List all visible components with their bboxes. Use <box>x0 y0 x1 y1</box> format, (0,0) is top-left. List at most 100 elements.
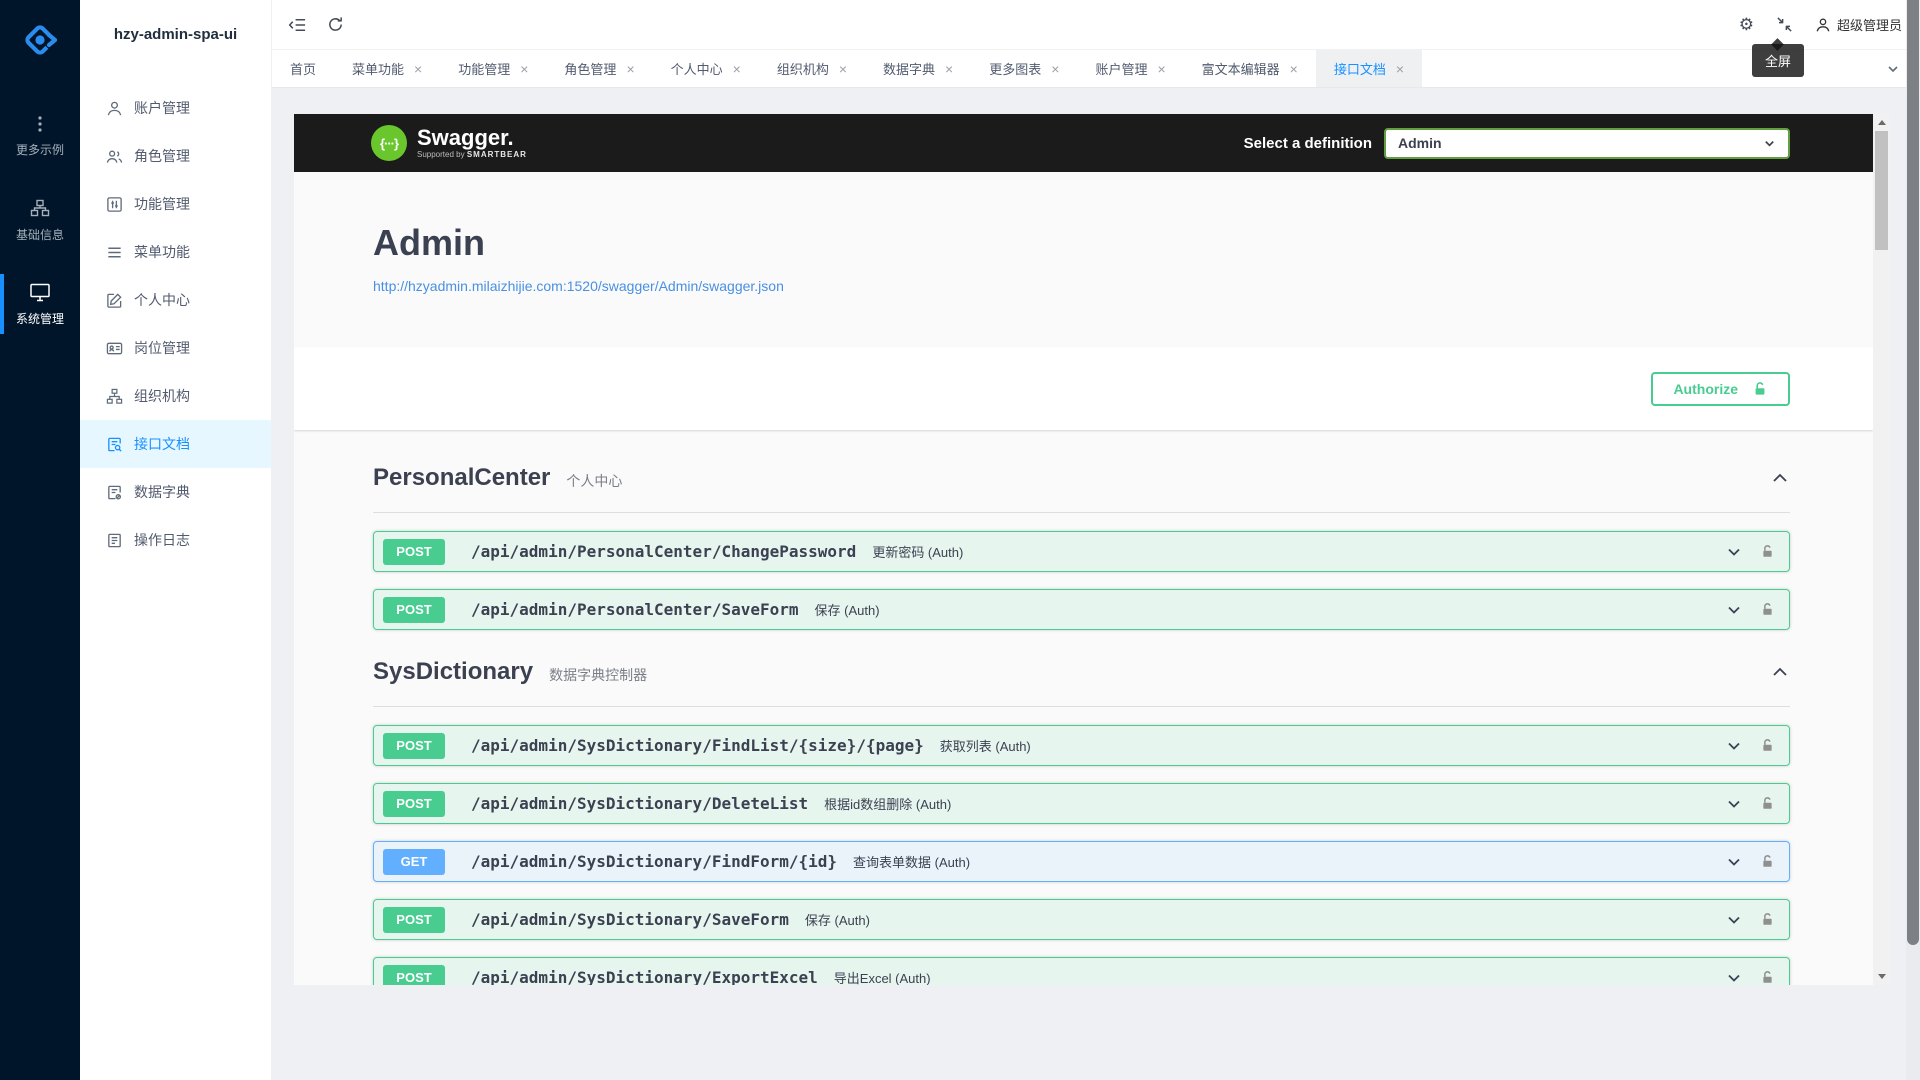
unlock-icon[interactable] <box>1760 970 1775 985</box>
user-icon <box>106 100 123 117</box>
spec-url-link[interactable]: http://hzyadmin.milaizhijie.com:1520/swa… <box>373 278 784 294</box>
scrollbar-thumb[interactable] <box>1875 131 1888 250</box>
sidebar-item-accounts[interactable]: 账户管理 <box>80 84 271 132</box>
section-name: PersonalCenter <box>373 464 550 492</box>
swagger-scrollbar[interactable] <box>1873 114 1890 985</box>
tab-api-docs[interactable]: 接口文档 × <box>1316 50 1422 87</box>
active-indicator-bar <box>0 274 4 334</box>
endpoint-row[interactable]: GET /api/admin/SysDictionary/FindForm/{i… <box>373 841 1790 882</box>
close-icon[interactable]: × <box>520 62 528 76</box>
tab-roles[interactable]: 角色管理 × <box>546 50 652 87</box>
tab-organization[interactable]: 组织机构 × <box>759 50 865 87</box>
sidebar-item-menu-functions[interactable]: 菜单功能 <box>80 228 271 276</box>
tab-menu-functions[interactable]: 菜单功能 × <box>334 50 440 87</box>
tab-data-dictionary[interactable]: 数据字典 × <box>865 50 971 87</box>
unlock-icon[interactable] <box>1760 544 1775 559</box>
tab-label: 菜单功能 <box>352 59 404 78</box>
tab-personal-center[interactable]: 个人中心 × <box>653 50 759 87</box>
tab-label: 功能管理 <box>458 59 510 78</box>
chevron-down-icon[interactable] <box>1726 544 1742 560</box>
scroll-down-button[interactable] <box>1873 968 1890 985</box>
sidebar-item-label: 角色管理 <box>134 146 190 166</box>
scheme-container: Authorize <box>294 347 1873 430</box>
sidebar-item-personal-center[interactable]: 个人中心 <box>80 276 271 324</box>
sidebar-item-label: 功能管理 <box>134 194 190 214</box>
sidebar-item-roles[interactable]: 角色管理 <box>80 132 271 180</box>
close-icon[interactable]: × <box>839 62 847 76</box>
chevron-down-icon[interactable] <box>1726 970 1742 986</box>
page-scrollbar[interactable] <box>1906 0 1920 1080</box>
page-scrollbar-thumb[interactable] <box>1907 0 1919 945</box>
chevron-up-icon[interactable] <box>1770 662 1790 682</box>
authorize-label: Authorize <box>1673 381 1738 397</box>
endpoint-row[interactable]: POST /api/admin/SysDictionary/FindList/{… <box>373 725 1790 766</box>
tab-label: 更多图表 <box>989 59 1041 78</box>
sidebar-item-label: 操作日志 <box>134 530 190 550</box>
rail-item-more-examples[interactable]: 更多示例 <box>0 94 80 178</box>
close-icon[interactable]: × <box>1396 62 1404 76</box>
endpoint-row[interactable]: POST /api/admin/PersonalCenter/ChangePas… <box>373 531 1790 572</box>
tab-label: 数据字典 <box>883 59 935 78</box>
tab-functions[interactable]: 功能管理 × <box>440 50 546 87</box>
close-icon[interactable]: × <box>1290 62 1298 76</box>
rail-item-system-management[interactable]: 系统管理 <box>0 262 80 346</box>
select-definition-label: Select a definition <box>1244 135 1372 152</box>
refresh-icon[interactable] <box>327 16 344 33</box>
tab-more-charts[interactable]: 更多图表 × <box>971 50 1077 87</box>
tab-home[interactable]: 首页 <box>272 50 334 87</box>
tab-bar: 首页 菜单功能 × 功能管理 × 角色管理 × 个人中心 × 组织机构 × 数据… <box>272 50 1920 88</box>
chevron-up-icon[interactable] <box>1770 468 1790 488</box>
logo-icon <box>18 18 62 62</box>
close-icon[interactable]: × <box>414 62 422 76</box>
unlock-icon[interactable] <box>1760 796 1775 811</box>
http-method-badge: POST <box>383 733 445 759</box>
fullscreen-icon[interactable] <box>1776 16 1793 33</box>
close-icon[interactable]: × <box>1051 62 1059 76</box>
tab-label: 个人中心 <box>671 59 723 78</box>
section-header-personalcenter[interactable]: PersonalCenter 个人中心 <box>373 478 1790 513</box>
endpoint-row[interactable]: POST /api/admin/SysDictionary/DeleteList… <box>373 783 1790 824</box>
rail-item-basic-info[interactable]: 基础信息 <box>0 178 80 262</box>
gear-icon[interactable]: ⚙ <box>1739 16 1754 33</box>
sidebar-item-organization[interactable]: 组织机构 <box>80 372 271 420</box>
endpoint-row[interactable]: POST /api/admin/PersonalCenter/SaveForm … <box>373 589 1790 630</box>
chevron-down-icon[interactable] <box>1726 738 1742 754</box>
endpoint-row[interactable]: POST /api/admin/SysDictionary/ExportExce… <box>373 957 1790 985</box>
endpoint-row[interactable]: POST /api/admin/SysDictionary/SaveForm 保… <box>373 899 1790 940</box>
app-title: hzy-admin-spa-ui <box>80 0 271 70</box>
close-icon[interactable]: × <box>626 62 634 76</box>
user-menu[interactable]: 超级管理员 <box>1815 15 1902 34</box>
scroll-up-button[interactable] <box>1873 114 1890 131</box>
close-icon[interactable]: × <box>733 62 741 76</box>
supported-by-text: Supported by <box>417 150 465 159</box>
unlock-icon[interactable] <box>1760 854 1775 869</box>
app-logo[interactable] <box>0 0 80 80</box>
chevron-down-icon[interactable] <box>1726 602 1742 618</box>
close-icon[interactable]: × <box>945 62 953 76</box>
menu-fold-icon[interactable] <box>288 16 307 34</box>
endpoint-summary: 保存 (Auth) <box>815 600 880 619</box>
unlock-icon[interactable] <box>1760 738 1775 753</box>
section-description: 个人中心 <box>566 471 622 491</box>
chevron-down-icon <box>1886 62 1900 76</box>
authorize-button[interactable]: Authorize <box>1651 372 1790 406</box>
sidebar-item-api-docs[interactable]: 接口文档 <box>80 420 271 468</box>
chevron-down-icon[interactable] <box>1726 854 1742 870</box>
unlock-icon[interactable] <box>1760 912 1775 927</box>
close-icon[interactable]: × <box>1157 62 1165 76</box>
unlock-icon[interactable] <box>1760 602 1775 617</box>
endpoint-summary: 导出Excel (Auth) <box>834 968 931 985</box>
http-method-badge: POST <box>383 597 445 623</box>
tab-rich-text-editor[interactable]: 富文本编辑器 × <box>1184 50 1316 87</box>
sidebar-item-operation-logs[interactable]: 操作日志 <box>80 516 271 564</box>
sidebar-item-functions[interactable]: 功能管理 <box>80 180 271 228</box>
section-header-sysdictionary[interactable]: SysDictionary 数据字典控制器 <box>373 672 1790 707</box>
chevron-down-icon[interactable] <box>1726 796 1742 812</box>
rail-item-label: 更多示例 <box>16 141 64 158</box>
sidebar-item-data-dictionary[interactable]: 数据字典 <box>80 468 271 516</box>
tab-accounts[interactable]: 账户管理 × <box>1077 50 1183 87</box>
users-icon <box>106 148 123 165</box>
chevron-down-icon[interactable] <box>1726 912 1742 928</box>
sidebar-item-posts[interactable]: 岗位管理 <box>80 324 271 372</box>
definition-select[interactable]: Admin <box>1384 128 1790 159</box>
